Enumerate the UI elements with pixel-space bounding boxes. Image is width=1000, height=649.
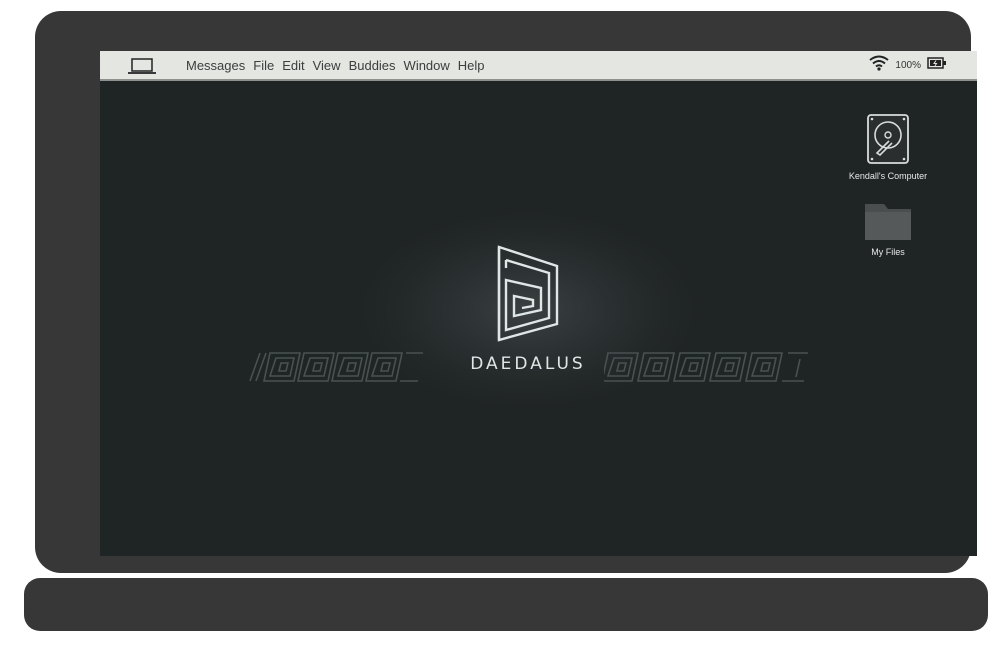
menu-help[interactable]: Help <box>458 58 485 73</box>
battery-percentage: 100% <box>895 59 921 71</box>
laptop-lid: Messages File Edit View Buddies Window H… <box>35 11 977 573</box>
folder-icon <box>865 204 911 240</box>
menu-window[interactable]: Window <box>404 58 450 73</box>
desktop-icon-label: Kendall's Computer <box>848 171 928 181</box>
laptop-icon[interactable] <box>128 55 156 75</box>
status-area: 100% <box>869 51 947 79</box>
desktop-icon-computer[interactable]: Kendall's Computer <box>838 113 938 181</box>
hard-drive-icon <box>867 114 909 164</box>
splash-banner: DAEDALUS <box>248 211 808 409</box>
wifi-icon[interactable] <box>869 55 890 76</box>
menu-bar: Messages File Edit View Buddies Window H… <box>100 51 977 81</box>
battery-icon[interactable] <box>927 56 947 74</box>
desktop-icon-label: My Files <box>871 247 905 257</box>
menu-buddies[interactable]: Buddies <box>349 58 396 73</box>
menu-edit[interactable]: Edit <box>282 58 304 73</box>
menu-file[interactable]: File <box>253 58 274 73</box>
screen: Messages File Edit View Buddies Window H… <box>100 51 977 556</box>
menu-view[interactable]: View <box>313 58 341 73</box>
desktop-icon-my-files[interactable]: My Files <box>838 203 938 257</box>
menu-messages[interactable]: Messages <box>186 58 245 73</box>
brand-name: DAEDALUS <box>470 354 586 374</box>
daedalus-logo-icon <box>497 245 559 342</box>
laptop-base <box>24 578 988 631</box>
